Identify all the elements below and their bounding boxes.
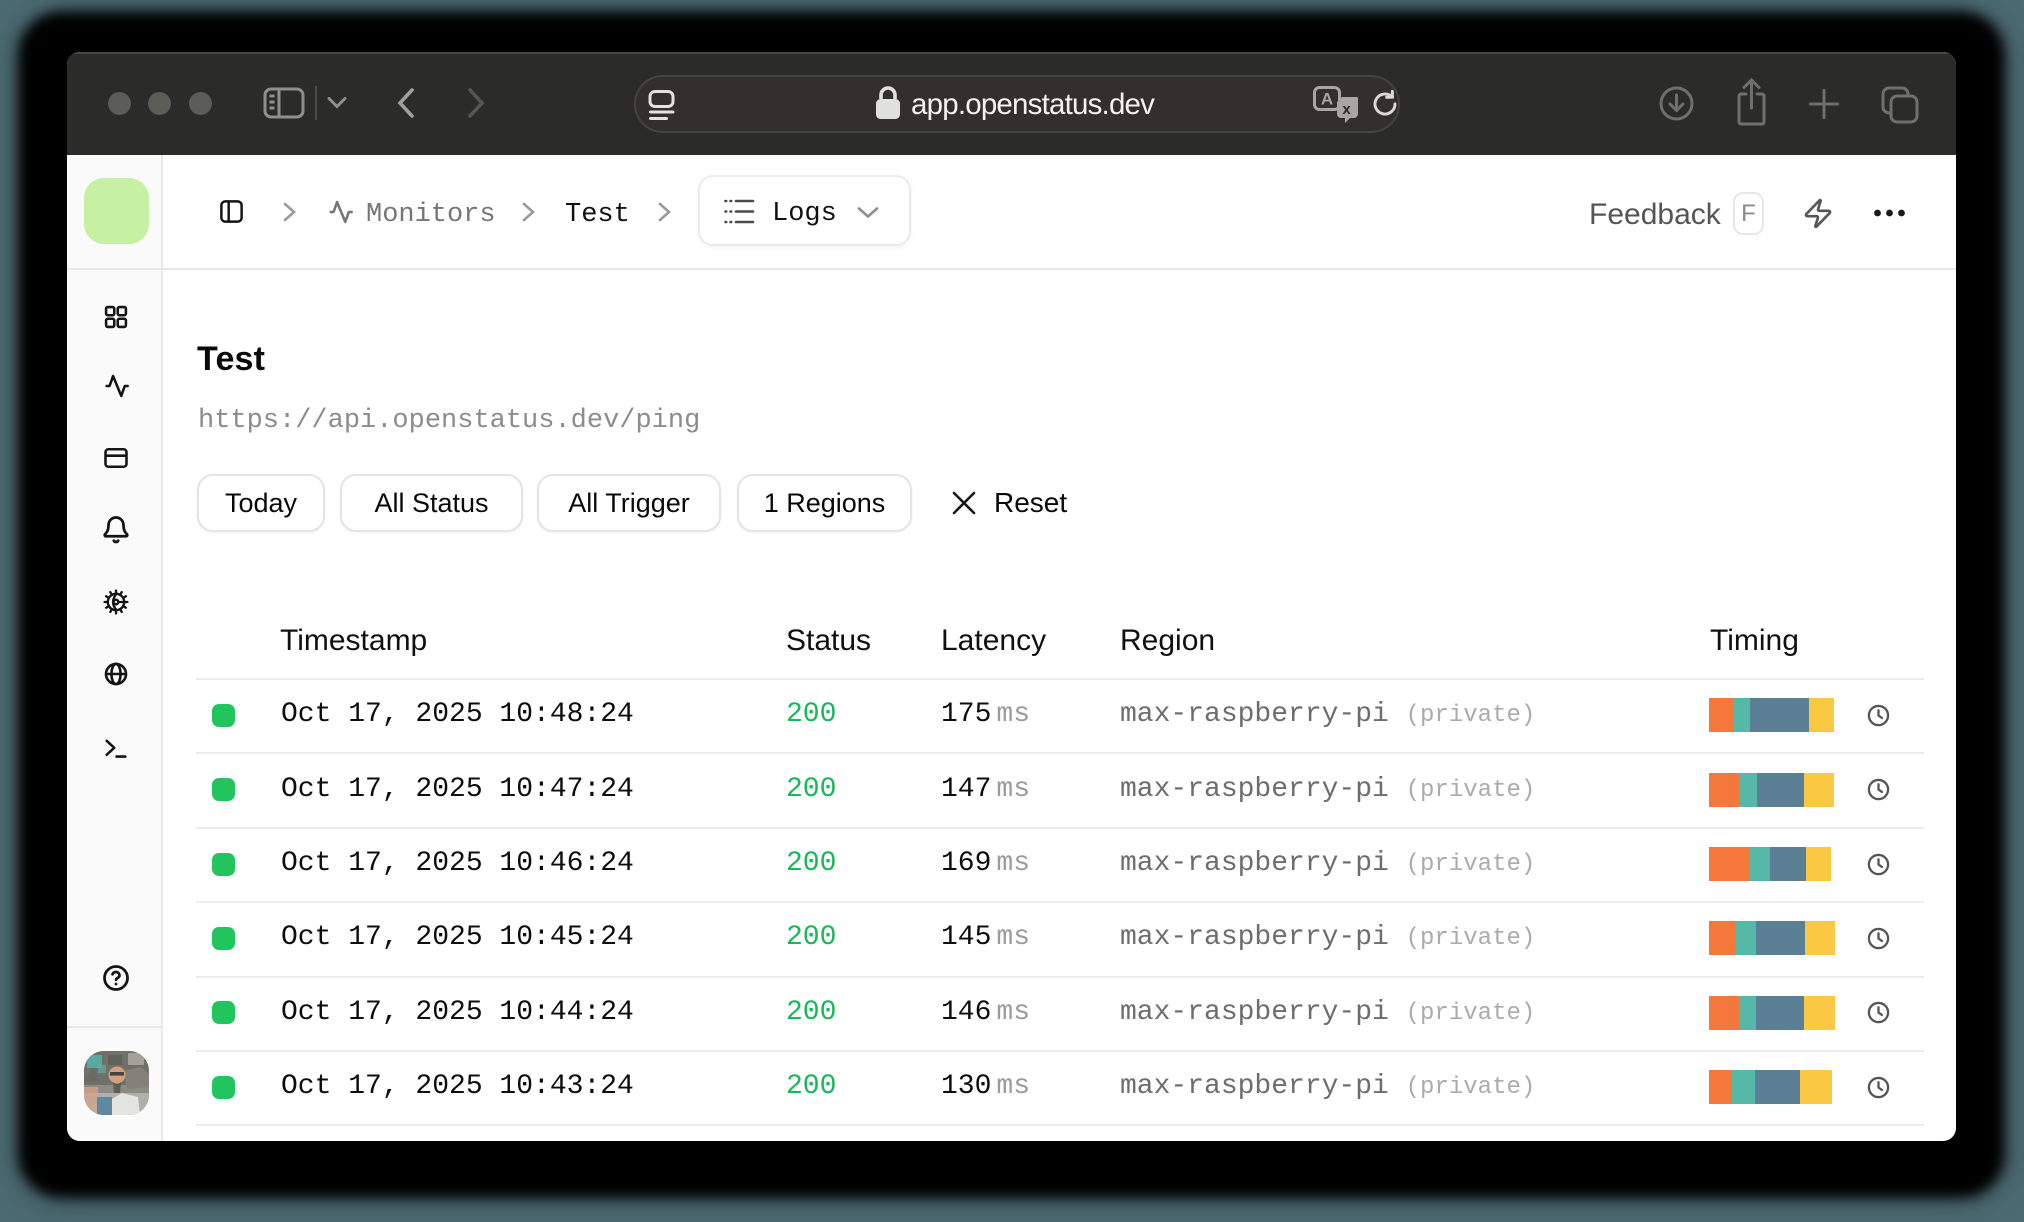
svg-text:A: A (1321, 90, 1333, 109)
svg-text:x: x (1342, 101, 1351, 118)
